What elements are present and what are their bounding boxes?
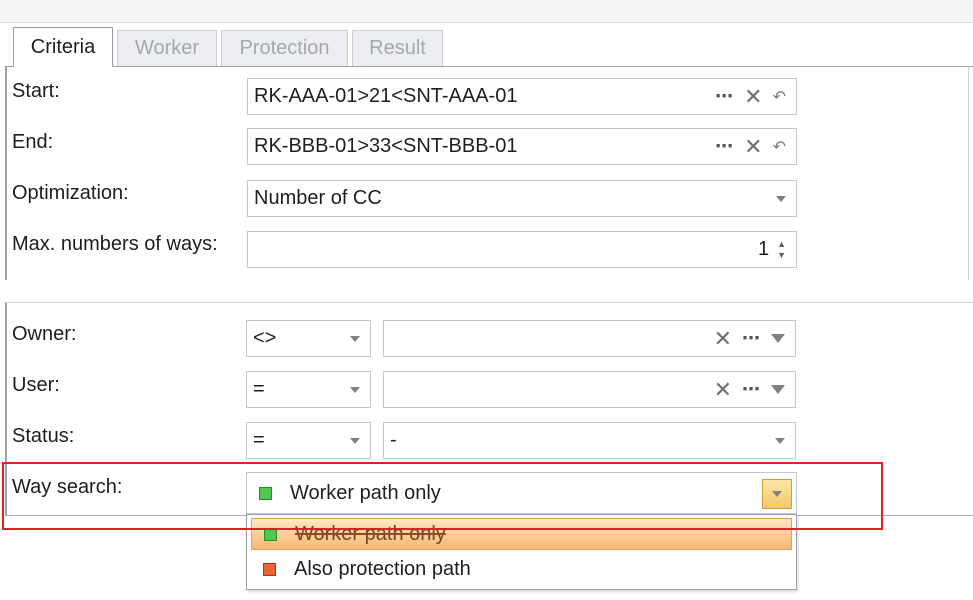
clear-icon[interactable]: ✕ (744, 134, 762, 160)
owner-operator-select[interactable]: <> (246, 320, 371, 357)
spin-buttons[interactable]: ▲ ▼ (777, 239, 786, 261)
end-field[interactable]: RK-BBB-01>33<SNT-BBB-01 ⋯ ✕ ↶ (247, 128, 797, 165)
chevron-down-icon[interactable] (350, 335, 360, 342)
start-value: RK-AAA-01>21<SNT-AAA-01 (254, 85, 518, 107)
clear-icon[interactable]: ✕ (714, 326, 732, 352)
panel-divider (968, 66, 969, 280)
max-ways-label: Max. numbers of ways: (12, 233, 218, 255)
tab-result[interactable]: Result (352, 30, 443, 66)
clear-icon[interactable]: ✕ (744, 84, 762, 110)
owner-label: Owner: (12, 323, 77, 345)
browse-icon[interactable]: ⋯ (715, 86, 734, 107)
user-value-field[interactable]: ✕ ⋯ (383, 371, 796, 408)
chevron-down-icon[interactable] (350, 437, 360, 444)
chevron-down-icon[interactable] (771, 385, 785, 394)
start-label: Start: (12, 80, 60, 102)
status-operator-select[interactable]: = (246, 422, 371, 459)
user-label: User: (12, 374, 60, 396)
undo-icon[interactable]: ↶ (773, 137, 786, 157)
chevron-down-icon[interactable] (776, 195, 786, 202)
max-ways-value: 1 (757, 238, 770, 260)
option-also-protection-path[interactable]: Also protection path (251, 553, 792, 585)
optimization-value: Number of CC (254, 187, 382, 209)
status-operator-value: = (253, 429, 265, 451)
panel-gap (0, 280, 973, 302)
spin-up-icon[interactable]: ▲ (777, 239, 786, 250)
browse-icon[interactable]: ⋯ (715, 136, 734, 157)
top-toolbar-strip (0, 0, 973, 23)
status-value: - (390, 429, 397, 451)
undo-icon[interactable]: ↶ (773, 87, 786, 107)
user-operator-value: = (253, 378, 265, 400)
browse-icon[interactable]: ⋯ (742, 379, 761, 400)
spin-down-icon[interactable]: ▼ (777, 250, 786, 261)
end-value: RK-BBB-01>33<SNT-BBB-01 (254, 135, 518, 157)
status-label: Status: (12, 425, 75, 447)
option-label: Also protection path (294, 557, 471, 580)
tab-criteria[interactable]: Criteria (13, 27, 113, 67)
chevron-down-icon[interactable] (771, 334, 785, 343)
chevron-down-icon[interactable] (775, 437, 785, 444)
status-value-select[interactable]: - (383, 422, 796, 459)
start-field[interactable]: RK-AAA-01>21<SNT-AAA-01 ⋯ ✕ ↶ (247, 78, 797, 115)
red-square-icon (263, 562, 276, 576)
browse-icon[interactable]: ⋯ (742, 328, 761, 349)
max-ways-stepper[interactable]: 1 ▲ ▼ (247, 231, 797, 268)
owner-value-field[interactable]: ✕ ⋯ (383, 320, 796, 357)
chevron-down-icon[interactable] (350, 386, 360, 393)
end-label: End: (12, 131, 54, 153)
optimization-label: Optimization: (12, 182, 129, 204)
clear-icon[interactable]: ✕ (714, 377, 732, 403)
owner-operator-value: <> (253, 327, 277, 349)
tab-protection[interactable]: Protection (221, 30, 348, 66)
user-operator-select[interactable]: = (246, 371, 371, 408)
tab-worker[interactable]: Worker (117, 30, 217, 66)
highlight-box (2, 462, 883, 530)
optimization-select[interactable]: Number of CC (247, 180, 797, 217)
